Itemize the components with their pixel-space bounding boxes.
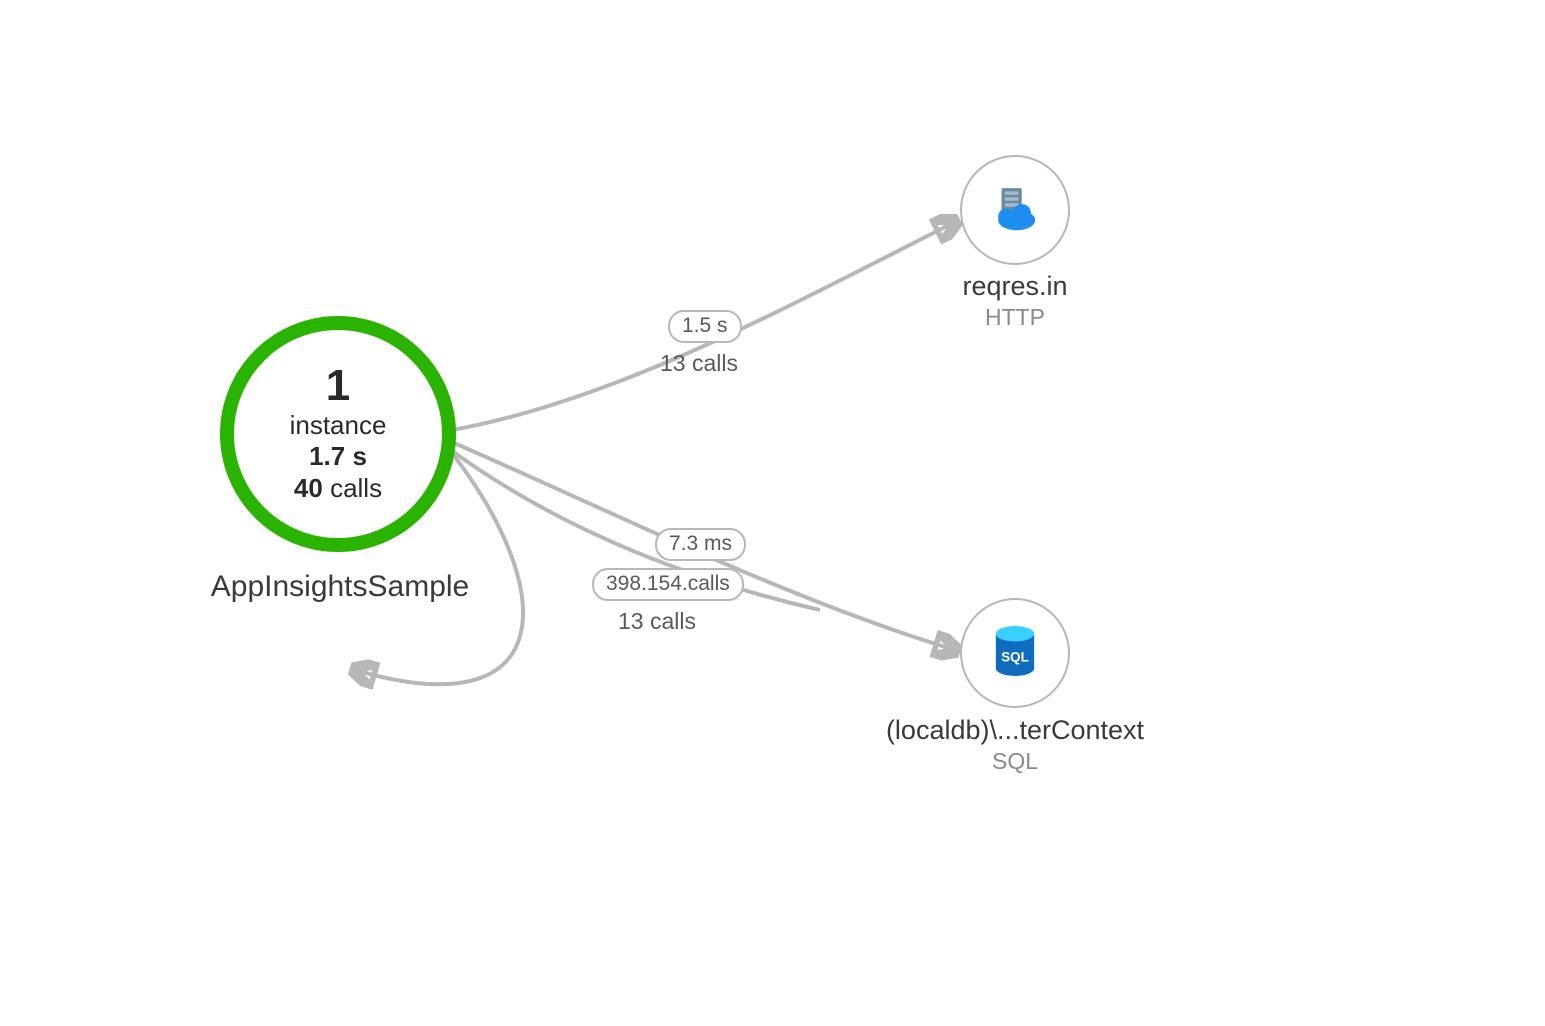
latency-value: 1.7 [309,441,345,471]
latency-unit: s [352,441,366,471]
sql-database-icon: SQL [992,625,1038,681]
edge-sql-latency-pill: 7.3 ms [655,528,746,561]
edge-http-latency-pill: 1.5 s [668,310,742,343]
edge-http-calls: 13 calls [660,350,738,377]
dependency-name-sql: (localdb)\...terContext [850,716,1180,746]
dependency-type-sql: SQL [850,748,1180,775]
dependency-node-sql[interactable]: SQL [960,598,1070,708]
edge-selfloop-calls: 13 calls [618,608,696,635]
instance-count: 1 [326,364,350,408]
svg-text:SQL: SQL [1001,650,1029,665]
dependency-label-sql: (localdb)\...terContext SQL [850,716,1180,775]
app-node[interactable]: 1 instance 1.7 s 40 calls [220,316,456,552]
calls-word: calls [330,473,382,503]
dependency-name-http: reqres.in [900,272,1130,302]
application-map-diagram: 1 instance 1.7 s 40 calls AppInsightsSam… [0,0,1545,1026]
instance-word: instance [290,410,387,441]
dependency-node-http[interactable] [960,155,1070,265]
dependency-type-http: HTTP [900,304,1130,331]
calls-value: 40 [294,473,323,503]
calls-line: 40 calls [294,473,382,504]
edge-selfloop-latency-pill: 398.154.calls [592,568,744,601]
edges-layer [0,0,1545,1026]
cloud-server-icon [988,183,1042,237]
dependency-label-http: reqres.in HTTP [900,272,1130,331]
latency-line: 1.7 s [309,441,367,472]
app-node-label: AppInsightsSample [210,570,470,604]
